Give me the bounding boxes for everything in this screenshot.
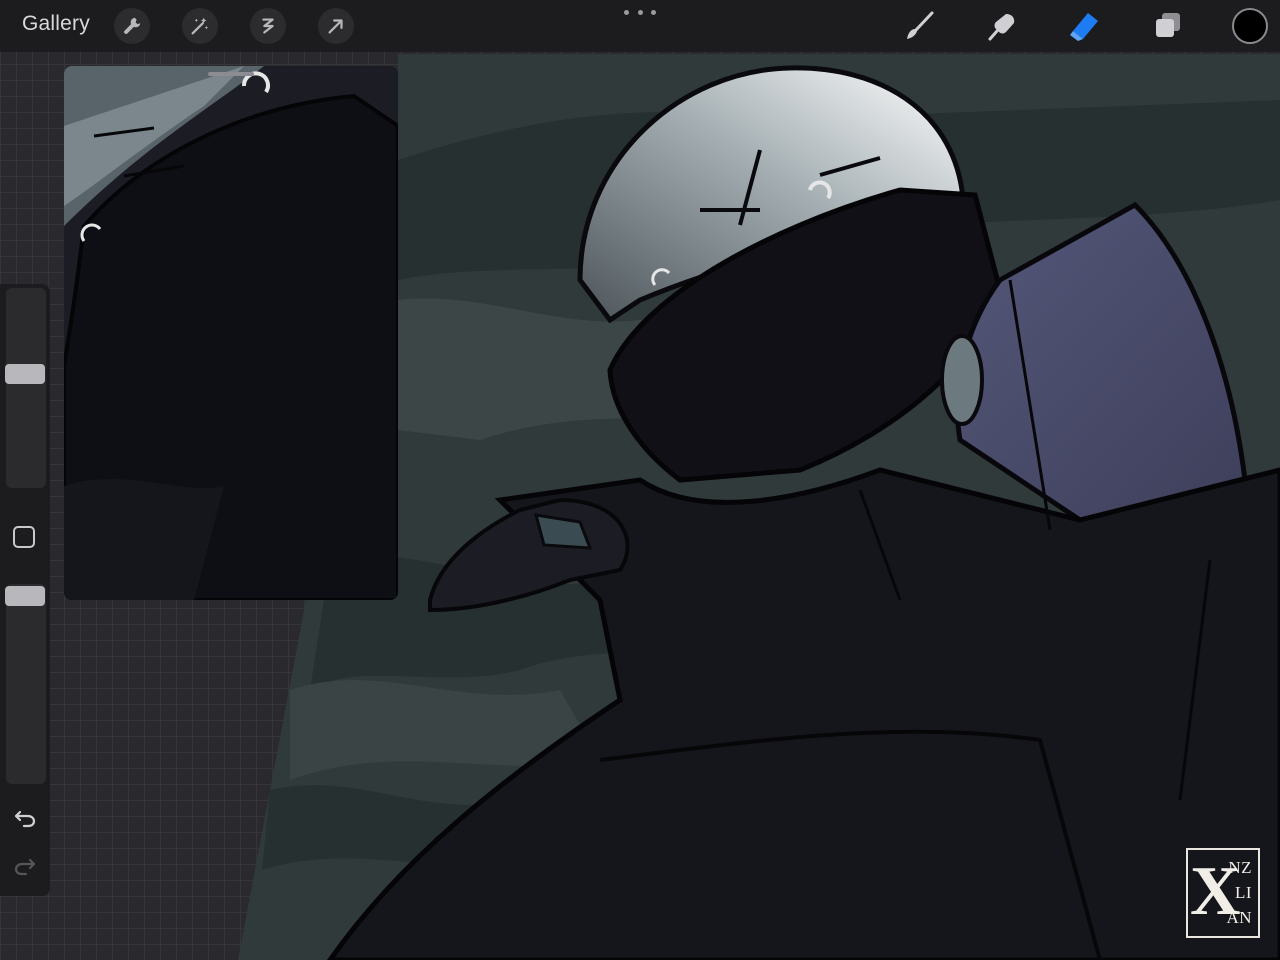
- undo-icon[interactable]: [12, 804, 38, 830]
- more-options-dots-icon[interactable]: [624, 4, 656, 20]
- signature-line-3: AN: [1226, 908, 1252, 927]
- actions-button[interactable]: [114, 8, 150, 44]
- brush-size-slider-thumb[interactable]: [5, 364, 45, 384]
- signature-line-1: NZ: [1228, 858, 1252, 877]
- modify-button[interactable]: [13, 526, 35, 548]
- smudge-tool-button[interactable]: [982, 6, 1022, 46]
- magic-wand-icon: [191, 17, 209, 35]
- wrench-icon: [124, 17, 141, 34]
- eraser-tool-button[interactable]: [1064, 6, 1104, 46]
- reference-window[interactable]: [64, 66, 398, 600]
- brush-tool-button[interactable]: [900, 6, 940, 46]
- brush-size-slider[interactable]: [5, 288, 46, 488]
- top-toolbar: Gallery: [0, 0, 1280, 52]
- artist-signature: X NZ LI AN: [1186, 848, 1260, 938]
- reference-image: [64, 66, 398, 600]
- adjustments-button[interactable]: [182, 8, 218, 44]
- eraser-icon: [1070, 13, 1098, 41]
- brush-icon: [907, 11, 934, 39]
- selection-icon: [262, 18, 274, 34]
- reference-window-handle[interactable]: [208, 72, 254, 76]
- selection-button[interactable]: [250, 8, 286, 44]
- signature-line-2: LI: [1234, 883, 1252, 902]
- transform-arrow-icon: [328, 19, 343, 34]
- transform-button[interactable]: [318, 8, 354, 44]
- smudge-icon: [988, 14, 1015, 41]
- layers-icon: [1156, 13, 1180, 37]
- opacity-slider-thumb[interactable]: [5, 586, 45, 606]
- redo-icon[interactable]: [12, 852, 38, 878]
- sidebar: [0, 284, 50, 896]
- color-picker-button[interactable]: [1232, 8, 1268, 44]
- opacity-slider[interactable]: [5, 584, 46, 784]
- layers-button[interactable]: [1148, 6, 1188, 46]
- gallery-button[interactable]: Gallery: [22, 12, 90, 36]
